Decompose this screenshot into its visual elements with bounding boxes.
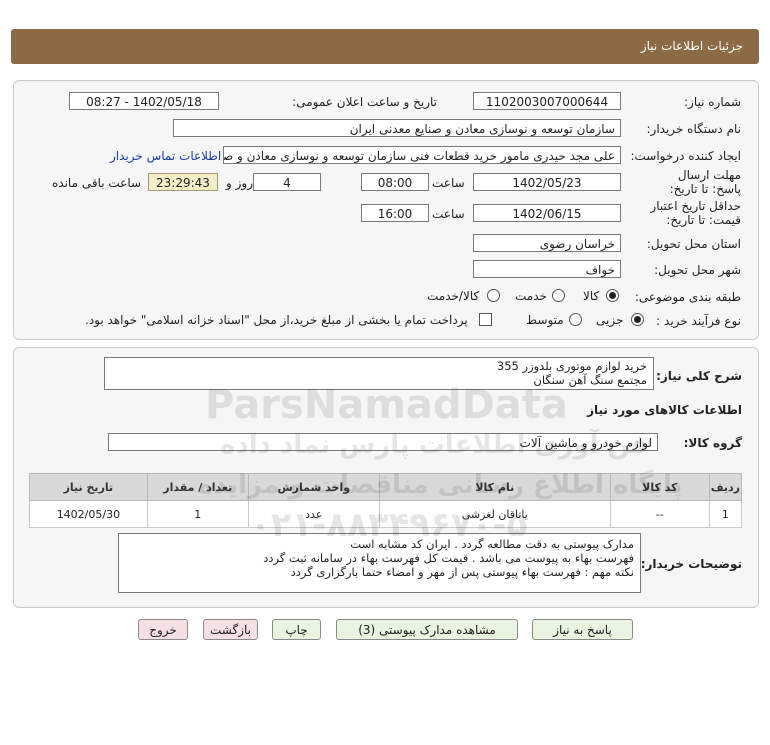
buyer-org-label: نام دستگاه خریدار: xyxy=(646,122,742,136)
category-option-service: خدمت xyxy=(515,289,547,303)
treasury-payment-note: پرداخت تمام یا بخشی از مبلغ خرید،از محل … xyxy=(85,313,468,327)
buyer-notes-line-2: فهرست بهاء به پیوست می باشد . قیمت کل فه… xyxy=(263,551,634,565)
validity-label: حداقل تاریخ اعتبار قیمت: تا تاریخ: xyxy=(650,199,741,227)
validity-date-field: 1402/06/15 xyxy=(473,204,621,222)
col-unit: واحد شمارش xyxy=(247,473,380,501)
back-button[interactable]: بازگشت xyxy=(203,619,258,640)
col-row: ردیف xyxy=(708,473,743,501)
deadline-label: مهلت ارسال پاسخ: تا تاریخ: xyxy=(669,168,741,196)
goods-group-label: گروه کالا: xyxy=(683,436,742,450)
process-option-medium: متوسط xyxy=(526,313,564,327)
category-radio-goods[interactable] xyxy=(606,289,619,302)
creator-label: ایجاد کننده درخواست: xyxy=(630,149,741,163)
col-quantity: تعداد / مقدار xyxy=(146,473,249,501)
cell-name: یاتاقان لغزشی xyxy=(378,500,611,528)
deadline-date-field: 1402/05/23 xyxy=(473,173,621,191)
goods-table-header: ردیف کد کالا نام کالا واحد شمارش تعداد /… xyxy=(29,473,743,501)
province-field: خراسان رضوی xyxy=(473,234,621,252)
announce-label: تاریخ و ساعت اعلان عمومی: xyxy=(292,95,437,109)
city-label: شهر محل تحویل: xyxy=(654,263,741,277)
validity-time-label: ساعت xyxy=(432,207,465,221)
city-field: خواف xyxy=(473,260,621,278)
process-option-minor: جزیی xyxy=(596,313,624,327)
col-need-date: تاریخ نیاز xyxy=(29,473,148,501)
summary-textarea: خرید لوازم موتوری بلدوزر 355 مجتمع سنگ آ… xyxy=(104,357,654,390)
view-attachments-button[interactable]: مشاهده مدارک پیوستی (3) xyxy=(336,619,518,640)
col-code: کد کالا xyxy=(609,473,710,501)
need-number-field: 1102003007000644 xyxy=(473,92,621,110)
page-header: جزئیات اطلاعات نیاز xyxy=(11,29,759,64)
col-name: نام کالا xyxy=(378,473,611,501)
announce-field: 1402/05/18 - 08:27 xyxy=(69,92,219,110)
summary-line-2: مجتمع سنگ آهن سنگان xyxy=(533,373,647,387)
print-button[interactable]: چاپ xyxy=(272,619,321,640)
exit-button[interactable]: خروج xyxy=(138,619,188,640)
creator-field: علی مجد حیدری مامور خرید قطعات فنی سازما… xyxy=(223,146,621,164)
days-label: روز و xyxy=(226,176,253,190)
province-label: استان محل تحویل: xyxy=(646,237,741,251)
cell-unit: عدد xyxy=(247,500,380,528)
category-radio-service[interactable] xyxy=(552,289,565,302)
cell-need-date: 1402/05/30 xyxy=(29,500,148,528)
process-label: نوع فرآیند خرید : xyxy=(656,314,741,328)
category-radio-goods-service[interactable] xyxy=(487,289,500,302)
days-field: 4 xyxy=(253,173,321,191)
deadline-time-field: 08:00 xyxy=(361,173,429,191)
buyer-notes-label: توضیحات خریدار: xyxy=(640,557,742,571)
category-option-goods: کالا xyxy=(583,289,600,303)
buyer-notes-line-1: مدارک پیوستی به دقت مطالعه گردد . ایران … xyxy=(350,537,634,551)
summary-line-1: خرید لوازم موتوری بلدوزر 355 xyxy=(496,359,647,373)
buyer-notes-textarea: مدارک پیوستی به دقت مطالعه گردد . ایران … xyxy=(118,533,641,593)
cell-row: 1 xyxy=(708,500,743,528)
need-number-label: شماره نیاز: xyxy=(684,95,741,109)
goods-table: ردیف کد کالا نام کالا واحد شمارش تعداد /… xyxy=(29,473,743,528)
process-radio-minor[interactable] xyxy=(631,313,644,326)
validity-time-field: 16:00 xyxy=(361,204,429,222)
table-row: 1 -- یاتاقان لغزشی عدد 1 1402/05/30 xyxy=(29,500,743,528)
process-radio-medium[interactable] xyxy=(569,313,582,326)
treasury-payment-checkbox[interactable] xyxy=(479,313,492,326)
buyer-notes-line-3: نکته مهم : فهرست بهاء پیوستی پس از مهر و… xyxy=(290,565,634,579)
page-title: جزئیات اطلاعات نیاز xyxy=(640,39,743,53)
contact-info-link[interactable]: اطلاعات تماس خریدار xyxy=(110,149,221,163)
category-label: طبقه بندی موضوعی: xyxy=(634,290,741,304)
deadline-time-label: ساعت xyxy=(432,176,465,190)
summary-label: شرح کلی نیاز: xyxy=(656,369,742,383)
cell-code: -- xyxy=(609,500,710,528)
remaining-time-field: 23:29:43 xyxy=(148,173,218,191)
buyer-org-field: سازمان توسعه و نوسازی معادن و صنایع معدن… xyxy=(173,119,621,137)
goods-group-field: لوازم خودرو و ماشین آلات xyxy=(108,433,658,451)
category-option-goods-service: کالا/خدمت xyxy=(427,289,480,303)
cell-quantity: 1 xyxy=(146,500,249,528)
goods-section-title: اطلاعات کالاهای مورد نیاز xyxy=(587,403,742,417)
remaining-label: ساعت باقی مانده xyxy=(52,176,142,190)
reply-button[interactable]: پاسخ به نیاز xyxy=(532,619,633,640)
